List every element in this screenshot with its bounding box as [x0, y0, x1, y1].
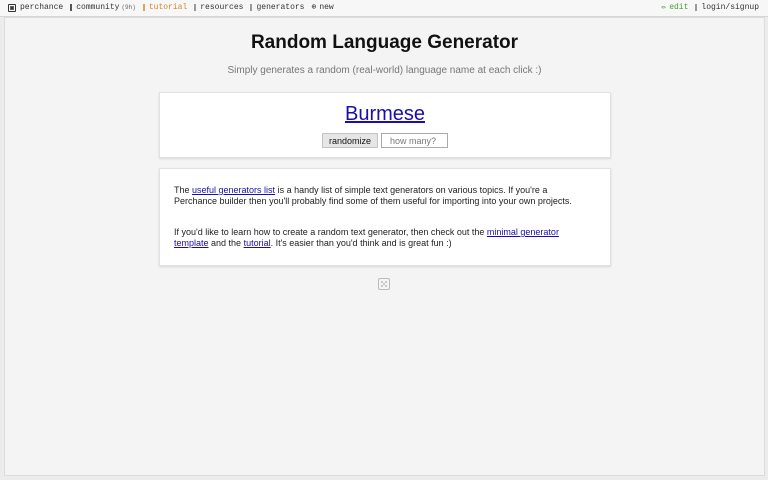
- output-controls: randomize how many?: [160, 133, 610, 148]
- nav-generators-label: generators: [256, 3, 305, 12]
- nav-community-label: community: [76, 3, 120, 12]
- pencil-icon: ✏: [661, 2, 667, 12]
- user-icon: [695, 4, 698, 11]
- useful-generators-link[interactable]: useful generators list: [192, 185, 275, 195]
- community-icon: [70, 4, 73, 11]
- generators-icon: [250, 4, 253, 11]
- nav-new-label: new: [319, 3, 334, 12]
- footer-dice-icon[interactable]: [378, 278, 390, 290]
- generated-result[interactable]: Burmese: [160, 103, 610, 126]
- info-paragraph-1: The useful generators list is a handy li…: [174, 185, 584, 207]
- p1-text-pre: The: [174, 185, 193, 195]
- community-badge: (9h): [121, 4, 136, 11]
- info-card: The useful generators list is a handy li…: [159, 168, 611, 266]
- p2-text-post: . It's easier than you'd think and is gr…: [270, 238, 452, 248]
- p2-text-pre: If you'd like to learn how to create a r…: [174, 227, 487, 237]
- nav-login-label: login/signup: [701, 3, 759, 12]
- nav-tutorial[interactable]: tutorial: [142, 3, 188, 12]
- nav-resources-label: resources: [200, 3, 244, 12]
- nav-login[interactable]: login/signup: [695, 3, 759, 12]
- main-panel: Random Language Generator Simply generat…: [4, 17, 765, 476]
- tutorial-link[interactable]: tutorial: [244, 238, 271, 248]
- nav-edit[interactable]: ✏ edit: [661, 3, 688, 12]
- top-nav: perchance community (9h) tutorial resour…: [0, 0, 768, 17]
- nav-generators[interactable]: generators: [250, 3, 304, 12]
- nav-edit-label: edit: [669, 3, 689, 12]
- nav-perchance-label: perchance: [20, 3, 64, 12]
- output-card: Burmese randomize how many?: [159, 92, 611, 158]
- tutorial-icon: [142, 4, 145, 11]
- nav-tutorial-label: tutorial: [148, 3, 188, 12]
- how-many-input[interactable]: how many?: [381, 133, 449, 148]
- info-paragraph-2: If you'd like to learn how to create a r…: [174, 227, 584, 249]
- nav-community[interactable]: community (9h): [70, 3, 136, 12]
- nav-left: perchance community (9h) tutorial resour…: [8, 3, 341, 12]
- nav-new[interactable]: ⊕ new: [311, 3, 333, 12]
- page-subtitle: Simply generates a random (real-world) l…: [227, 65, 542, 76]
- randomize-button[interactable]: randomize: [321, 133, 379, 148]
- p2-text-mid: and the: [208, 238, 244, 248]
- plus-circle-icon: ⊕: [311, 2, 317, 12]
- nav-perchance[interactable]: perchance: [8, 3, 63, 12]
- nav-right: ✏ edit login/signup: [654, 3, 759, 12]
- page-title: Random Language Generator: [250, 32, 519, 53]
- dice-icon: [8, 3, 16, 12]
- nav-resources[interactable]: resources: [194, 3, 243, 12]
- resources-icon: [194, 4, 197, 11]
